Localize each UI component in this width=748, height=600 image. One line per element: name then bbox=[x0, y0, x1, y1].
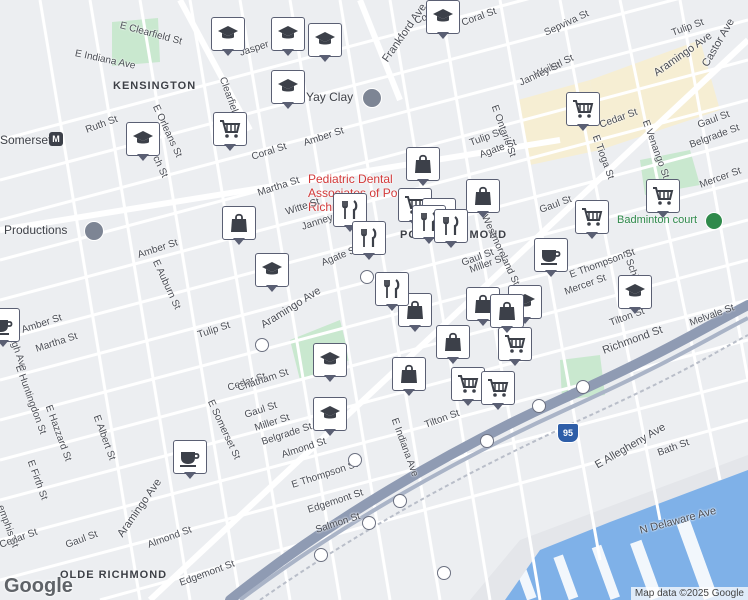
graduation-cap-icon bbox=[218, 26, 238, 39]
bus-stop-icon[interactable] bbox=[255, 338, 269, 352]
grocery-marker[interactable] bbox=[481, 371, 515, 411]
shopping-bag-icon bbox=[499, 301, 515, 320]
shopping-bag-icon bbox=[401, 364, 417, 383]
coffee-cup-icon bbox=[0, 320, 13, 335]
shopping-cart-icon bbox=[505, 335, 526, 353]
productions-pin-icon[interactable] bbox=[84, 221, 104, 241]
shopping-cart-icon bbox=[458, 375, 479, 393]
school-marker[interactable] bbox=[313, 343, 347, 383]
map-attribution[interactable]: Map data ©2025 Google bbox=[630, 587, 748, 600]
graduation-cap-icon bbox=[278, 79, 298, 92]
graduation-cap-icon bbox=[133, 131, 153, 144]
store-marker[interactable] bbox=[436, 325, 470, 365]
graduation-cap-icon bbox=[262, 262, 282, 275]
poi-somerset-station-label[interactable]: Somerset bbox=[0, 133, 51, 147]
graduation-cap-icon bbox=[433, 9, 453, 22]
map-canvas[interactable]: KENSINGTON OLDE RICHMOND PORT RICHMOND P… bbox=[0, 0, 748, 600]
restaurant-marker[interactable] bbox=[352, 221, 386, 261]
school-marker[interactable] bbox=[313, 397, 347, 437]
graduation-cap-icon bbox=[315, 32, 335, 45]
bus-stop-icon[interactable] bbox=[576, 380, 590, 394]
graduation-cap-icon bbox=[278, 26, 298, 39]
shopping-cart-icon bbox=[582, 208, 603, 226]
shopping-bag-icon bbox=[445, 332, 461, 351]
subway-station-icon[interactable]: M bbox=[49, 132, 63, 146]
store-marker[interactable] bbox=[490, 294, 524, 334]
restaurant-marker[interactable] bbox=[375, 272, 409, 312]
school-marker[interactable] bbox=[618, 275, 652, 315]
bus-stop-icon[interactable] bbox=[480, 434, 494, 448]
shopping-cart-icon bbox=[573, 100, 594, 118]
cafe-marker[interactable] bbox=[534, 238, 568, 278]
grocery-marker[interactable] bbox=[575, 200, 609, 240]
poi-productions-label[interactable]: Productions bbox=[4, 223, 67, 237]
graduation-cap-icon bbox=[320, 406, 340, 419]
graduation-cap-icon bbox=[320, 352, 340, 365]
shopping-cart-icon bbox=[220, 120, 241, 138]
bus-stop-icon[interactable] bbox=[348, 453, 362, 467]
cafe-marker[interactable] bbox=[173, 440, 207, 480]
google-logo: Google bbox=[4, 575, 73, 597]
bus-stop-icon[interactable] bbox=[532, 399, 546, 413]
neighborhood-kensington: KENSINGTON bbox=[113, 80, 197, 92]
interstate-95-shield-icon: 95 bbox=[557, 423, 579, 443]
bus-stop-icon[interactable] bbox=[360, 270, 374, 284]
fork-knife-icon bbox=[342, 200, 358, 219]
school-marker[interactable] bbox=[126, 122, 160, 162]
bus-stop-icon[interactable] bbox=[393, 494, 407, 508]
graduation-cap-icon bbox=[625, 284, 645, 297]
poi-yay-clay-label[interactable]: Yay Clay bbox=[306, 90, 353, 104]
school-marker[interactable] bbox=[271, 70, 305, 110]
shopping-bag-icon bbox=[415, 154, 431, 173]
badminton-pin-icon[interactable] bbox=[705, 212, 723, 230]
school-marker[interactable] bbox=[271, 17, 305, 57]
school-marker[interactable] bbox=[308, 23, 342, 63]
yay-clay-pin-icon[interactable] bbox=[362, 88, 382, 108]
fork-knife-icon bbox=[443, 216, 459, 235]
bus-stop-icon[interactable] bbox=[362, 516, 376, 530]
store-marker[interactable] bbox=[466, 179, 500, 219]
store-marker[interactable] bbox=[222, 206, 256, 246]
school-marker[interactable] bbox=[426, 0, 460, 40]
grocery-marker[interactable] bbox=[213, 112, 247, 152]
coffee-cup-icon bbox=[180, 452, 200, 467]
grocery-marker[interactable] bbox=[646, 179, 680, 219]
cafe-marker[interactable] bbox=[0, 308, 20, 348]
grocery-marker[interactable] bbox=[451, 367, 485, 407]
store-marker[interactable] bbox=[406, 147, 440, 187]
shopping-cart-icon bbox=[653, 187, 674, 205]
shopping-bag-icon bbox=[475, 186, 491, 205]
bus-stop-icon[interactable] bbox=[437, 566, 451, 580]
shopping-cart-icon bbox=[488, 379, 509, 397]
fork-knife-icon bbox=[384, 279, 400, 298]
school-marker[interactable] bbox=[255, 253, 289, 293]
school-marker[interactable] bbox=[211, 17, 245, 57]
fork-knife-icon bbox=[361, 228, 377, 247]
store-marker[interactable] bbox=[392, 357, 426, 397]
shopping-bag-icon bbox=[231, 213, 247, 232]
coffee-cup-icon bbox=[541, 250, 561, 265]
grocery-marker[interactable] bbox=[566, 92, 600, 132]
restaurant-marker[interactable] bbox=[434, 209, 468, 249]
bus-stop-icon[interactable] bbox=[314, 548, 328, 562]
neighborhood-olde-richmond: OLDE RICHMOND bbox=[60, 569, 168, 581]
